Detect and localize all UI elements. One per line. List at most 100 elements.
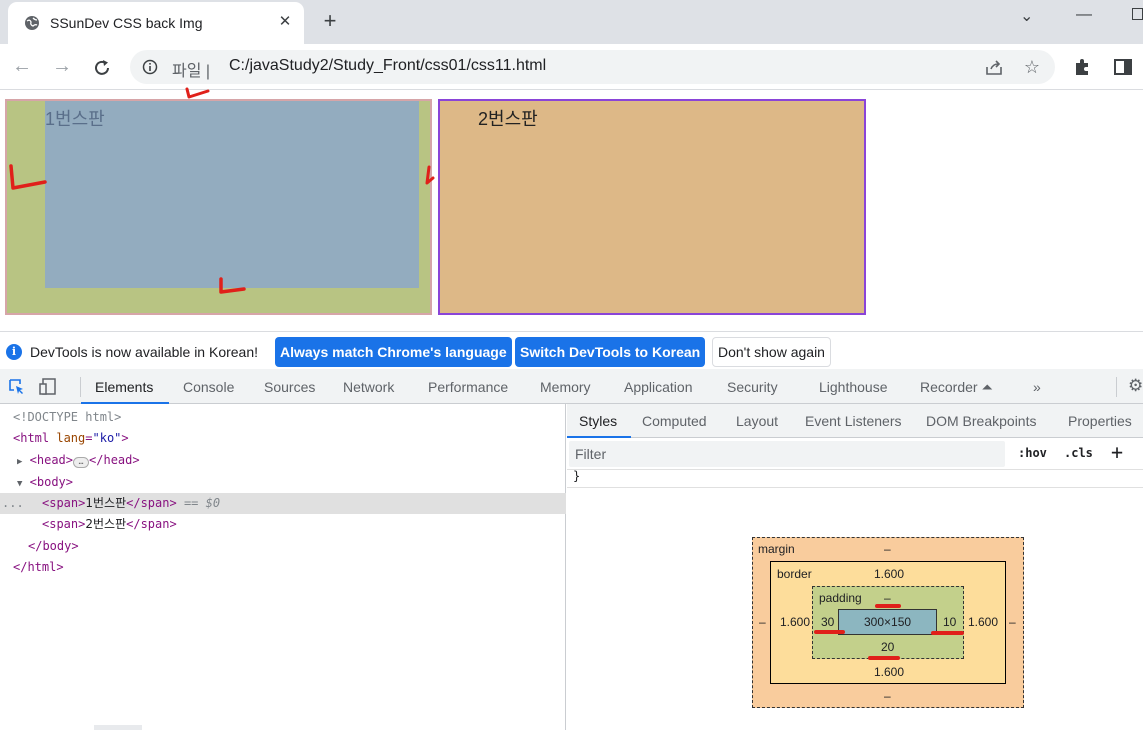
settings-gear-icon[interactable]: ⚙ — [1128, 376, 1143, 396]
border-bottom-value[interactable]: 1.600 — [874, 665, 904, 679]
tab-recorder[interactable]: Recorder ⏶ — [920, 379, 993, 396]
new-tab-button[interactable]: + — [318, 10, 342, 34]
tab-elements[interactable]: Elements — [95, 379, 153, 395]
margin-top-value[interactable]: – — [884, 542, 891, 556]
border-right-value[interactable]: 1.600 — [968, 615, 998, 629]
elements-dom-tree: <!DOCTYPE html> <html lang="ko"> ▶ <head… — [0, 404, 566, 730]
expand-triangle-icon[interactable]: ▶ — [17, 457, 22, 467]
padding-right-value[interactable]: 10 — [943, 615, 956, 629]
dom-node-html-close[interactable]: </html> — [0, 557, 566, 578]
border-top-value[interactable]: 1.600 — [874, 567, 904, 581]
padding-label: padding — [819, 591, 862, 605]
styles-filter-input[interactable]: Filter — [569, 441, 1005, 467]
tab-styles[interactable]: Styles — [579, 413, 617, 429]
padding-left-value[interactable]: 30 — [821, 615, 834, 629]
tab-application[interactable]: Application — [624, 379, 693, 395]
tab-title: SSunDev CSS back Img — [50, 15, 203, 31]
tab-console[interactable]: Console — [183, 379, 234, 395]
side-panel-icon[interactable] — [1113, 57, 1133, 77]
margin-right-value[interactable]: – — [1009, 615, 1016, 629]
horizontal-scrollbar[interactable] — [94, 725, 142, 730]
dom-node-body-close[interactable]: </body> — [0, 536, 566, 557]
more-tabs-icon[interactable]: » — [1033, 379, 1041, 395]
globe-icon — [25, 16, 39, 30]
annotation-mark-left — [9, 164, 47, 190]
annotation-underline-padding-right — [931, 631, 964, 635]
hov-toggle-button[interactable]: :hov — [1018, 446, 1047, 460]
tab-dom-breakpoints[interactable]: DOM Breakpoints — [926, 413, 1036, 429]
dom-node-span-2[interactable]: <span>2번스판</span> — [0, 514, 566, 535]
tab-performance[interactable]: Performance — [428, 379, 508, 395]
annotation-mark-bottom — [219, 277, 246, 294]
html-close-tag: </html> — [13, 560, 64, 574]
tab-strip: SSunDev CSS back Img ✕ + ⌄ — — [0, 0, 1143, 44]
annotation-underline-padding-top — [875, 604, 901, 608]
tab-layout[interactable]: Layout — [736, 413, 778, 429]
maximize-button[interactable] — [1132, 8, 1143, 20]
tab-search-icon[interactable]: ⌄ — [1020, 6, 1033, 26]
dom-node-html[interactable]: <html lang="ko"> — [0, 428, 566, 449]
toolbar: ← → 파일 | C:/javaStudy2/Study_Front/css01… — [0, 44, 1143, 90]
margin-left-value[interactable]: – — [759, 615, 766, 629]
margin-label: margin — [758, 542, 795, 556]
dom-node-head[interactable]: ▶ <head>… </head> — [0, 450, 566, 471]
always-match-language-button[interactable]: Always match Chrome's language — [275, 337, 512, 367]
head-close-tag: </head> — [89, 453, 140, 467]
tabbar-separator — [80, 377, 81, 397]
span-box-2[interactable]: 2번스판 — [438, 99, 866, 315]
minimize-button[interactable]: — — [1076, 6, 1092, 24]
tab-properties[interactable]: Properties — [1068, 413, 1132, 429]
content-size-value[interactable]: 300×150 — [864, 615, 911, 629]
dont-show-again-button[interactable]: Don't show again — [712, 337, 831, 367]
styles-pane-tabbar: Styles Computed Layout Event Listeners D… — [567, 404, 1143, 438]
url-text[interactable]: C:/javaStudy2/Study_Front/css01/css11.ht… — [229, 57, 546, 75]
browser-tab[interactable]: SSunDev CSS back Img ✕ — [8, 2, 304, 44]
tab-event-listeners[interactable]: Event Listeners — [805, 413, 902, 429]
annotation-mark-right — [425, 165, 435, 185]
collapse-triangle-icon[interactable]: ▼ — [17, 479, 22, 489]
extensions-icon[interactable] — [1072, 57, 1092, 77]
dom-node-body[interactable]: ▼ <body> — [0, 472, 566, 493]
row-menu-icon[interactable]: ... — [2, 493, 24, 514]
inspect-element-icon[interactable] — [8, 378, 25, 395]
tab-close-icon[interactable]: ✕ — [275, 12, 295, 32]
reload-icon[interactable] — [92, 58, 112, 78]
share-icon[interactable] — [985, 59, 1003, 77]
filter-placeholder: Filter — [575, 446, 607, 462]
doctype-text: <!DOCTYPE html> — [13, 410, 122, 424]
styles-separator — [567, 487, 1143, 488]
tab-computed[interactable]: Computed — [642, 413, 707, 429]
tab-memory[interactable]: Memory — [540, 379, 591, 395]
tab-sources[interactable]: Sources — [264, 379, 315, 395]
margin-bottom-value[interactable]: – — [884, 689, 891, 703]
span2-open-tag: <span> — [42, 517, 86, 531]
device-toolbar-icon[interactable] — [38, 377, 58, 396]
body-close-tag: </body> — [28, 539, 79, 553]
border-left-value[interactable]: 1.600 — [780, 615, 810, 629]
padding-bottom-value[interactable]: 20 — [881, 640, 894, 654]
address-bar[interactable]: 파일 | C:/javaStudy2/Study_Front/css01/css… — [130, 50, 1055, 84]
dom-node-doctype[interactable]: <!DOCTYPE html> — [0, 407, 566, 428]
span-box-2-label: 2번스판 — [478, 109, 538, 129]
tab-lighthouse[interactable]: Lighthouse — [819, 379, 888, 395]
cls-toggle-button[interactable]: .cls — [1064, 446, 1093, 460]
back-icon[interactable]: ← — [10, 55, 34, 79]
padding-top-value[interactable]: – — [884, 591, 891, 605]
site-info-icon[interactable] — [142, 59, 158, 75]
html-lang-attr: lang — [56, 431, 86, 445]
new-style-rule-icon[interactable]: + — [1111, 440, 1123, 464]
page-viewport: 1번스판 2번스판 — [0, 87, 1143, 330]
switch-devtools-korean-button[interactable]: Switch DevTools to Korean — [515, 337, 706, 367]
info-icon: i — [6, 344, 22, 360]
span1-open-tag: <span> — [42, 496, 86, 510]
tab-security[interactable]: Security — [727, 379, 778, 395]
tab-network[interactable]: Network — [343, 379, 394, 395]
annotation-mark-top — [185, 87, 210, 99]
collapsed-ellipsis-icon[interactable]: … — [73, 457, 90, 468]
dom-node-span-1[interactable]: ... <span>1번스판</span> == $0 — [0, 493, 566, 514]
bookmark-star-icon[interactable]: ☆ — [1020, 55, 1044, 79]
span2-close-tag: </span> — [126, 517, 177, 531]
span2-text: 2번스판 — [85, 517, 127, 531]
span1-close-tag: </span> — [126, 496, 177, 510]
forward-icon[interactable]: → — [50, 55, 74, 79]
